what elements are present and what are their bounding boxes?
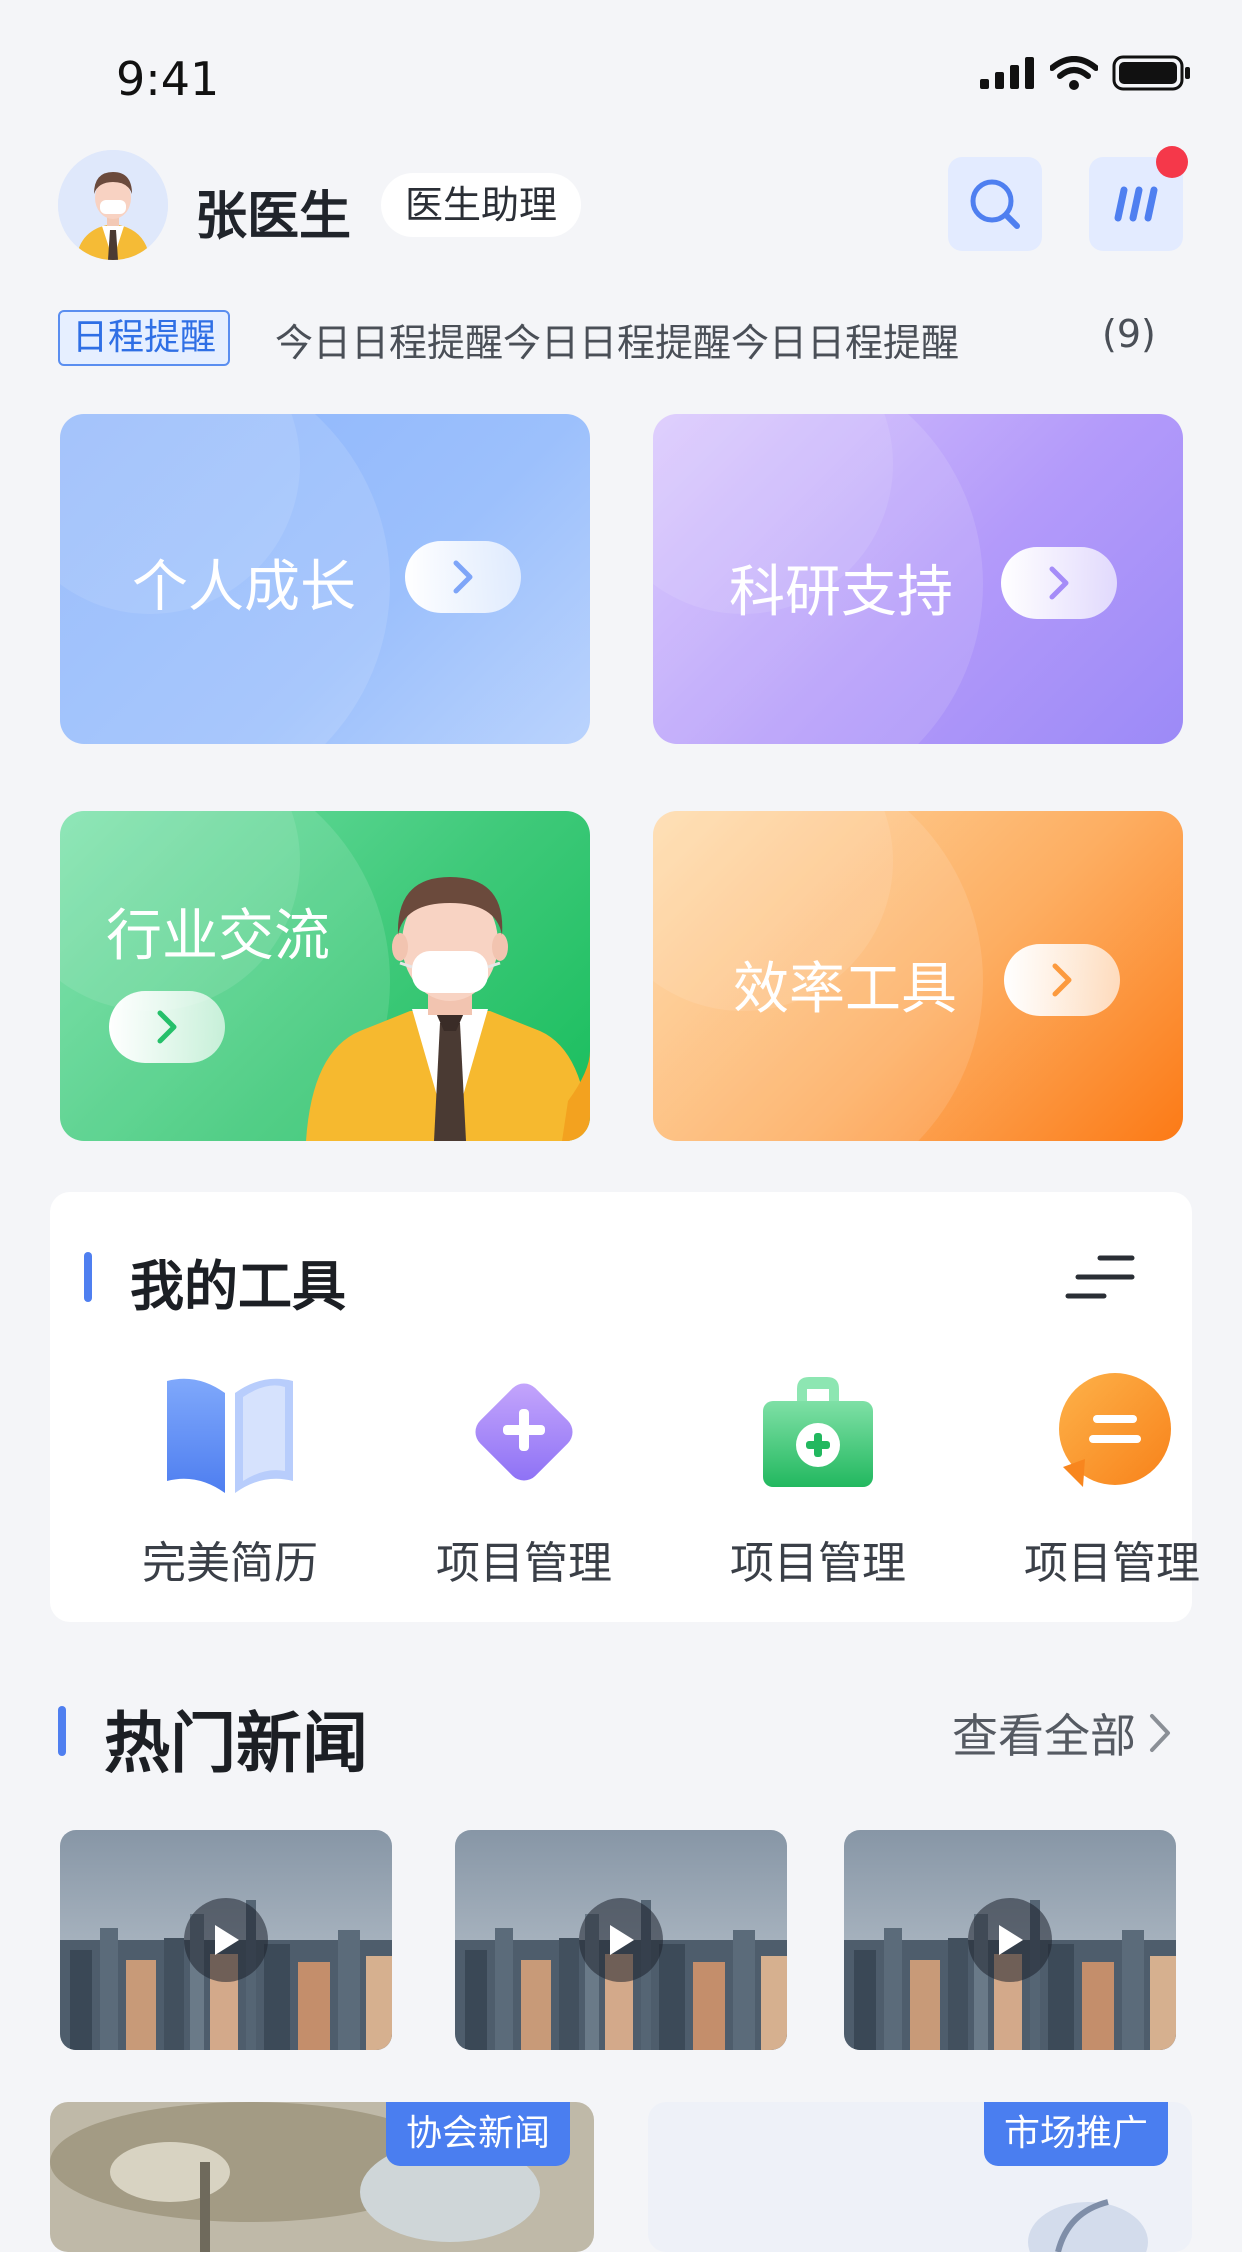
menu-icon [1114, 186, 1158, 222]
chevron-right-icon [453, 560, 473, 594]
search-icon [970, 179, 1020, 229]
open-book-icon [167, 1378, 293, 1493]
view-all-label: 查看全部 [952, 1709, 1136, 1763]
video-thumbnail[interactable] [60, 1830, 392, 2050]
card-arrow-button[interactable] [1001, 547, 1117, 619]
battery-icon [1112, 55, 1190, 91]
card-title: 行业交流 [106, 904, 330, 969]
tools-sort-button[interactable] [1064, 1252, 1136, 1306]
view-all-link[interactable]: 查看全部 [952, 1700, 1174, 1766]
video-thumbnail[interactable] [455, 1830, 787, 2050]
tool-item[interactable]: 项目管理 [992, 1367, 1232, 1591]
chevron-right-icon [1049, 566, 1069, 600]
card-efficiency-tools[interactable]: 效率工具 [653, 811, 1183, 1141]
status-icons [980, 55, 1192, 91]
sort-lines-icon [1065, 1255, 1135, 1299]
section-accent-bar [84, 1252, 92, 1302]
news-story-card[interactable]: 市场推广 [648, 2102, 1192, 2252]
tool-label: 项目管理 [730, 1538, 906, 1589]
signal-icon [980, 57, 1034, 89]
notification-dot [1156, 146, 1188, 178]
card-title: 科研支持 [729, 560, 953, 625]
play-button[interactable] [579, 1898, 663, 1982]
section-accent-bar [58, 1706, 66, 1756]
card-arrow-button[interactable] [1004, 944, 1120, 1016]
play-button[interactable] [968, 1898, 1052, 1982]
play-button[interactable] [184, 1898, 268, 1982]
card-arrow-button[interactable] [109, 991, 225, 1063]
status-time: 9:41 [116, 52, 220, 106]
tool-label: 完美简历 [142, 1538, 318, 1589]
medical-kit-icon [763, 1377, 873, 1487]
wifi-icon [1050, 56, 1098, 90]
story-badge: 市场推广 [983, 2102, 1168, 2166]
doctor-illustration [306, 877, 590, 1141]
user-name: 张医生 [195, 187, 352, 247]
chevron-right-icon [1052, 963, 1072, 997]
card-title: 效率工具 [733, 957, 957, 1022]
tool-label: 项目管理 [436, 1538, 612, 1589]
section-title: 热门新闻 [104, 1705, 368, 1782]
doctor-avatar-icon [58, 150, 168, 260]
card-arrow-button[interactable] [405, 541, 521, 613]
card-research-support[interactable]: 科研支持 [653, 414, 1183, 744]
search-button[interactable] [948, 157, 1042, 251]
my-tools-panel: 我的工具 完美简历 项目管理 项目管理 项目管理 [50, 1192, 1200, 1622]
news-story-card[interactable]: 协会新闻 [50, 2102, 594, 2252]
play-icon [215, 1925, 239, 1955]
chat-bubble-icon [1059, 1373, 1171, 1487]
role-badge: 医生助理 [381, 173, 582, 237]
video-thumbnail[interactable] [844, 1830, 1176, 2050]
schedule-text[interactable]: 今日日程提醒今日日程提醒今日日程提醒 [275, 312, 959, 367]
schedule-tag: 日程提醒 [58, 310, 231, 366]
schedule-count: (9) [1102, 312, 1156, 356]
tool-label: 项目管理 [1024, 1538, 1200, 1589]
play-icon [610, 1925, 634, 1955]
chevron-right-icon [1150, 1714, 1170, 1752]
diamond-plus-icon [475, 1383, 573, 1481]
avatar[interactable] [58, 150, 168, 260]
tool-item[interactable]: 项目管理 [698, 1367, 938, 1591]
story-badge: 协会新闻 [385, 2102, 570, 2166]
card-personal-growth[interactable]: 个人成长 [60, 414, 590, 744]
card-title: 个人成长 [132, 555, 356, 620]
chevron-right-icon [157, 1010, 177, 1044]
tool-item[interactable]: 完美简历 [110, 1367, 350, 1591]
tool-item[interactable]: 项目管理 [404, 1367, 644, 1591]
play-icon [999, 1925, 1023, 1955]
card-industry-exchange[interactable]: 行业交流 [60, 811, 590, 1141]
section-title: 我的工具 [130, 1255, 346, 1318]
